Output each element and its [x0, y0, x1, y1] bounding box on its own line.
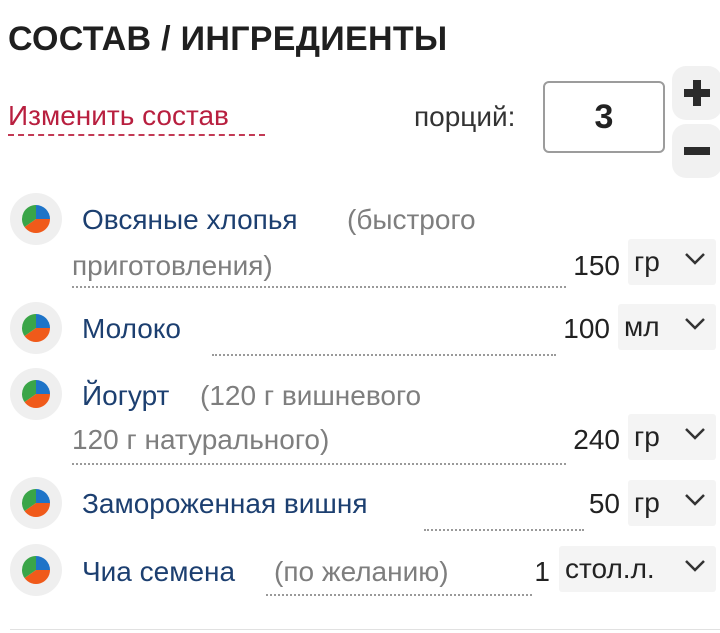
unit-label: мл [624, 311, 660, 342]
unit-select[interactable]: гр [628, 414, 716, 460]
ingredient-note: (по желанию) [274, 556, 449, 587]
section-title: СОСТАВ / ИНГРЕДИЕНТЫ [8, 20, 448, 58]
ingredient-quantity[interactable]: 150 [573, 250, 620, 282]
ingredient-quantity[interactable]: 1 [534, 556, 550, 588]
portions-label: порций: [414, 101, 516, 132]
nutrition-pie-icon[interactable] [10, 193, 62, 245]
ingredient-name[interactable]: Овсяные хлопья [82, 204, 298, 236]
pie-chart-icon [21, 314, 51, 343]
ingredient-quantity[interactable]: 100 [563, 313, 610, 345]
nutrition-pie-icon[interactable] [10, 368, 62, 420]
decrease-portions-button[interactable] [672, 124, 720, 178]
dotted-leader [72, 286, 566, 288]
change-ingredients-link[interactable]: Изменить состав [8, 100, 229, 132]
ingredient-note: 120 г натурального) [72, 424, 330, 455]
ingredient-note: приготовления) [72, 250, 273, 281]
ingredient-name[interactable]: Йогурт [82, 380, 169, 412]
minus-icon [684, 147, 710, 155]
unit-label: гр [634, 421, 660, 452]
ingredient-note: (120 г вишневого [200, 380, 422, 411]
ingredient-quantity[interactable]: 240 [573, 424, 620, 456]
unit-label: стол.л. [565, 553, 655, 584]
nutrition-pie-icon[interactable] [10, 477, 62, 529]
portions-input[interactable]: 3 [543, 81, 665, 153]
ingredient-name[interactable]: Молоко [82, 313, 181, 345]
dotted-leader [212, 354, 556, 356]
pie-chart-icon [21, 205, 51, 234]
pie-chart-icon [21, 380, 51, 409]
unit-label: гр [634, 246, 660, 277]
section-divider [10, 629, 720, 630]
unit-select[interactable]: мл [618, 304, 716, 350]
link-underline [8, 134, 265, 136]
plus-icon [684, 80, 710, 106]
ingredient-note: (быстрого [347, 204, 476, 235]
ingredient-name[interactable]: Замороженная вишня [82, 488, 367, 520]
increase-portions-button[interactable] [672, 66, 720, 120]
chevron-down-icon [685, 494, 705, 506]
nutrition-pie-icon[interactable] [10, 302, 62, 354]
pie-chart-icon [21, 489, 51, 518]
pie-chart-icon [21, 556, 51, 585]
chevron-down-icon [685, 560, 705, 572]
chevron-down-icon [685, 318, 705, 330]
unit-label: гр [634, 487, 660, 518]
dotted-leader [72, 463, 566, 465]
unit-select[interactable]: гр [628, 480, 716, 526]
ingredient-name[interactable]: Чиа семена [82, 556, 235, 588]
chevron-down-icon [685, 253, 705, 265]
unit-select[interactable]: стол.л. [559, 546, 716, 592]
dotted-leader [266, 594, 532, 596]
chevron-down-icon [685, 428, 705, 440]
dotted-leader [424, 529, 584, 531]
nutrition-pie-icon[interactable] [10, 544, 62, 596]
ingredient-quantity[interactable]: 50 [589, 488, 620, 520]
unit-select[interactable]: гр [628, 239, 716, 285]
